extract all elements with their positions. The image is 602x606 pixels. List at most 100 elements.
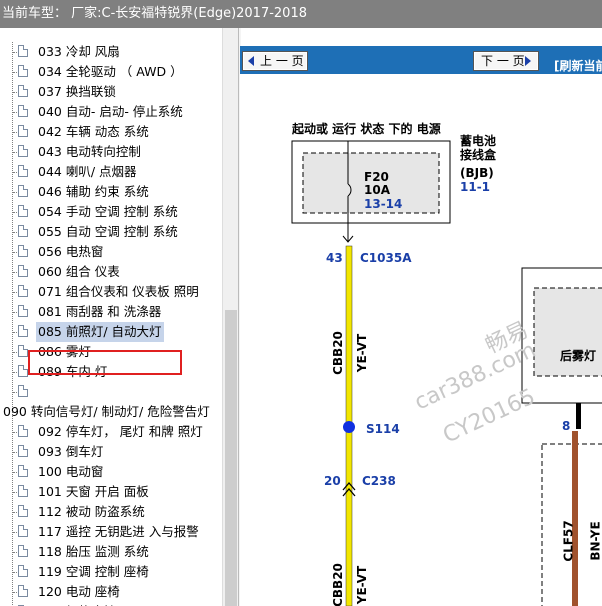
tree-item-label: 093 倒车灯: [38, 444, 104, 459]
tree-item[interactable]: 081 雨刮器 和 洗涤器: [0, 302, 222, 322]
tree-scrollbar[interactable]: [222, 28, 238, 606]
tree-item-label: 112 被动 防盗系统: [38, 504, 145, 519]
tree-item[interactable]: 043 电动转向控制: [0, 142, 222, 162]
wiring-diagram: 起动或 运行 状态 下的 电源 蓄电池 接线盒 (BJB) 11-1 F20 1…: [240, 46, 602, 606]
document-icon: [18, 365, 28, 377]
tree-item[interactable]: 056 电热窗: [0, 242, 222, 262]
highlight-box: [28, 350, 182, 375]
document-icon: [18, 345, 28, 357]
document-icon: [18, 485, 28, 497]
tree-item-label: 090 转向信号灯/ 制动灯/ 危险警告灯: [3, 404, 210, 419]
tree-item-label: 055 自动 空调 控制 系统: [38, 224, 178, 239]
document-icon: [18, 65, 28, 77]
tree-item-label: 118 胎压 监测 系统: [38, 544, 149, 559]
tree-item-label: 101 天窗 开启 面板: [38, 484, 149, 499]
tree-item[interactable]: 044 喇叭/ 点烟器: [0, 162, 222, 182]
pin-8-label: 8: [562, 419, 571, 433]
tree-item[interactable]: 112 被动 防盗系统: [0, 502, 222, 522]
document-icon: [18, 545, 28, 557]
page-nav-bar: 上 一 页 下 一 页 [刷新当前: [240, 46, 602, 74]
next-page-button[interactable]: 下 一 页: [473, 51, 539, 71]
splice-s114-icon: [343, 421, 355, 433]
tree-item-label: 123 加热座椅: [38, 602, 116, 606]
prev-page-label: 上 一 页: [260, 54, 304, 68]
tree-item-label: 060 组合 仪表: [38, 264, 120, 279]
document-icon: [18, 505, 28, 517]
tree-item-label: 117 遥控 无钥匙进 入与报警: [38, 524, 199, 539]
tree-scrollbar-thumb[interactable]: [225, 310, 237, 606]
tree-item[interactable]: 060 组合 仪表: [0, 262, 222, 282]
tree-item-label: 120 电动 座椅: [38, 584, 120, 599]
tree-item-label: 040 自动- 启动- 停止系统: [38, 104, 183, 119]
document-icon: [18, 225, 28, 237]
tree-item[interactable]: 118 胎压 监测 系统: [0, 542, 222, 562]
tree-item-label: 033 冷却 风扇: [38, 44, 120, 59]
tree-item[interactable]: 042 车辆 动态 系统: [0, 122, 222, 142]
tree-item[interactable]: 119 空调 控制 座椅: [0, 562, 222, 582]
system-tree-panel: 033 冷却 风扇 034 全轮驱动 （ AWD ） 037 换挡联锁 040 自动-…: [0, 28, 238, 606]
tree-item-label: 043 电动转向控制: [38, 144, 141, 159]
tree-item[interactable]: 071 组合仪表和 仪表板 照明: [0, 282, 222, 302]
tree-item[interactable]: 033 冷却 风扇: [0, 42, 222, 62]
prev-page-button[interactable]: 上 一 页: [242, 51, 308, 71]
document-icon: [18, 45, 28, 57]
wire-cbb20-label: CBB20: [330, 331, 345, 375]
wire-bn-ye-label: BN-YE: [588, 521, 602, 561]
tree-item[interactable]: 120 电动 座椅: [0, 582, 222, 602]
document-icon: [18, 145, 28, 157]
document-icon: [18, 385, 28, 397]
tree-item-label: 037 换挡联锁: [38, 84, 116, 99]
document-icon: [18, 465, 28, 477]
tree-item-label: 100 电动窗: [38, 464, 104, 479]
tree-item[interactable]: 034 全轮驱动 （ AWD ）: [0, 62, 222, 82]
splice-s114-label: S114: [366, 422, 400, 436]
wire-ye-vt-label: YE-VT: [355, 333, 370, 373]
fuse-ref-link[interactable]: 13-14: [364, 197, 402, 211]
tree-item-selected[interactable]: 085 前照灯/ 自动大灯: [0, 322, 222, 342]
wire-ye-vt-lower-label: YE-VT: [355, 565, 370, 605]
document-icon: [18, 205, 28, 217]
tree-item-label: 046 辅助 约束 系统: [38, 184, 149, 199]
tree-item[interactable]: 093 倒车灯: [0, 442, 222, 462]
wire-clf57-label: CLF57: [561, 520, 576, 562]
tree-item[interactable]: 092 停车灯， 尾灯 和牌 照灯: [0, 422, 222, 442]
document-icon: [18, 305, 28, 317]
document-icon: [18, 525, 28, 537]
tree-item-label: 034 全轮驱动 （ AWD ）: [38, 64, 183, 79]
tree-item[interactable]: 100 电动窗: [0, 462, 222, 482]
tree-item-label: 054 手动 空调 控制 系统: [38, 204, 178, 219]
connector-c1035a-label: C1035A: [360, 251, 412, 265]
wire-cbb20-lower-label: CBB20: [330, 563, 345, 606]
arrow-right-icon: [525, 56, 531, 66]
rear-fog-lamp-label: 后雾灯: [560, 349, 597, 363]
tree-item-label: 071 组合仪表和 仪表板 照明: [38, 284, 199, 299]
tree-group-item[interactable]: 090 转向信号灯/ 制动灯/ 危险警告灯: [0, 402, 222, 422]
tree-item[interactable]: 037 换挡联锁: [0, 82, 222, 102]
tree-item-label: 042 车辆 动态 系统: [38, 124, 149, 139]
wire-bn-ye: [572, 431, 578, 606]
tree-item[interactable]: 046 辅助 约束 系统: [0, 182, 222, 202]
window-title-bar: 当前车型： 厂家:C-长安福特锐界(Edge)2017-2018: [0, 0, 602, 28]
document-icon: [18, 445, 28, 457]
document-icon: [18, 105, 28, 117]
document-icon: [18, 125, 28, 137]
tree-item[interactable]: 055 自动 空调 控制 系统: [0, 222, 222, 242]
tree-item-label: 044 喇叭/ 点烟器: [38, 164, 137, 179]
tree-item[interactable]: 054 手动 空调 控制 系统: [0, 202, 222, 222]
document-icon: [18, 265, 28, 277]
document-icon: [18, 285, 28, 297]
refresh-link[interactable]: [刷新当前: [554, 57, 602, 74]
tree-item-label: 056 电热窗: [38, 244, 104, 259]
tree-item-label: 081 雨刮器 和 洗涤器: [38, 304, 162, 319]
tree-item[interactable]: 123 加热座椅: [0, 602, 222, 606]
next-page-label: 下 一 页: [481, 54, 525, 68]
tree-item[interactable]: 040 自动- 启动- 停止系统: [0, 102, 222, 122]
tree-item[interactable]: 101 天窗 开启 面板: [0, 482, 222, 502]
tree-item[interactable]: 117 遥控 无钥匙进 入与报警: [0, 522, 222, 542]
tree-item[interactable]: [0, 382, 222, 402]
tree-item-label: 085 前照灯/ 自动大灯: [36, 322, 164, 342]
document-icon: [18, 85, 28, 97]
fuse-id-label: F20: [364, 170, 389, 184]
bjb-page-link[interactable]: 11-1: [460, 180, 490, 194]
connector-c238-label: C238: [362, 474, 396, 488]
